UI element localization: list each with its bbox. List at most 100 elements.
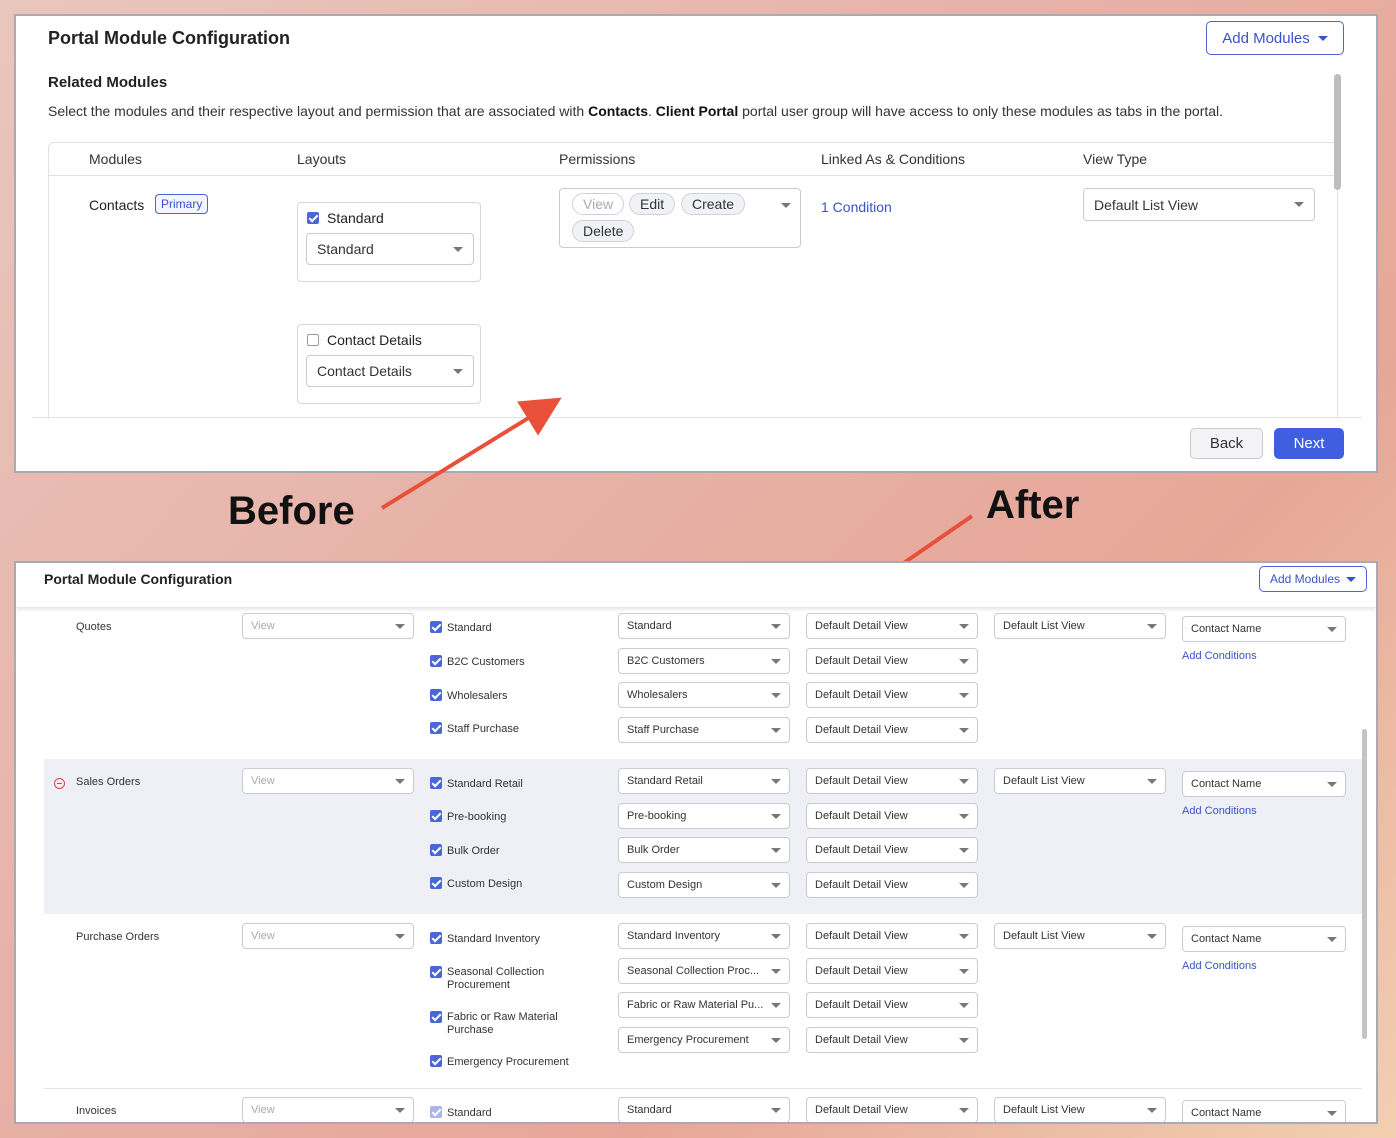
caret-down-icon <box>1327 1110 1337 1116</box>
layout-label: Bulk Order <box>447 845 500 857</box>
detail-view-select[interactable]: Default Detail View <box>806 768 978 794</box>
layout-select[interactable]: Emergency Procurement <box>618 1027 790 1053</box>
detail-view-select[interactable]: Default Detail View <box>806 837 978 863</box>
caret-down-icon <box>959 847 969 853</box>
caret-down-icon <box>771 882 781 888</box>
caret-down-icon <box>395 1107 405 1113</box>
layout-select[interactable]: B2C Customers <box>618 648 790 674</box>
detail-view-select[interactable]: Default Detail View <box>806 648 978 674</box>
layout-label: B2C Customers <box>447 656 525 668</box>
caret-down-icon <box>771 968 781 974</box>
add-conditions-link[interactable]: Add Conditions <box>1182 805 1257 817</box>
linked-field-select[interactable]: Contact Name <box>1182 771 1346 797</box>
add-conditions-link[interactable]: Add Conditions <box>1182 960 1257 972</box>
detail-view-select[interactable]: Default Detail View <box>806 613 978 639</box>
layout-select[interactable]: Custom Design <box>618 872 790 898</box>
caret-down-icon <box>1147 933 1157 939</box>
layout-select[interactable]: Standard Retail <box>618 768 790 794</box>
checkbox-checked-icon[interactable] <box>430 810 442 822</box>
layout-label: Staff Purchase <box>447 723 519 735</box>
caret-down-icon <box>771 727 781 733</box>
list-view-select[interactable]: Default List View <box>994 613 1166 639</box>
list-view-select[interactable]: Default List View <box>994 923 1166 949</box>
checkbox-checked-icon[interactable] <box>430 1106 442 1118</box>
checkbox-checked-icon[interactable] <box>430 844 442 856</box>
layout-label: Fabric or Raw Material Purchase <box>447 1011 558 1036</box>
detail-view-select[interactable]: Default Detail View <box>806 872 978 898</box>
checkbox-checked-icon[interactable] <box>430 877 442 889</box>
add-conditions-link[interactable]: Add Conditions <box>1182 650 1257 662</box>
detail-view-select[interactable]: Default Detail View <box>806 923 978 949</box>
caret-down-icon <box>959 933 969 939</box>
module-name: Quotes <box>76 621 112 633</box>
layout-select[interactable]: Standard Inventory <box>618 923 790 949</box>
caret-down-icon <box>959 1037 969 1043</box>
module-rows: Quotes View Standard B2C Customers Whole… <box>44 607 1362 1122</box>
caret-down-icon <box>771 658 781 664</box>
list-view-select[interactable]: Default List View <box>994 1097 1166 1122</box>
module-name: Purchase Orders <box>76 931 160 943</box>
linked-field-select[interactable]: Contact Name <box>1182 616 1346 642</box>
panel-header: Portal Module Configuration Add Modules <box>16 563 1376 607</box>
layout-select[interactable]: Standard <box>618 1097 790 1122</box>
permission-select[interactable]: View <box>242 1097 414 1122</box>
module-name: Invoices <box>76 1105 117 1117</box>
permission-select[interactable]: View <box>242 768 414 794</box>
caret-down-icon <box>959 1002 969 1008</box>
layout-label: Standard <box>447 1107 492 1119</box>
detail-view-select[interactable]: Default Detail View <box>806 1027 978 1053</box>
layout-label: Pre-booking <box>447 811 507 823</box>
caret-down-icon <box>771 847 781 853</box>
detail-view-select[interactable]: Default Detail View <box>806 958 978 984</box>
layout-label: Seasonal Collection Procurement <box>447 966 545 991</box>
caret-down-icon <box>771 1037 781 1043</box>
list-view-select[interactable]: Default List View <box>994 768 1166 794</box>
caret-down-icon <box>959 1107 969 1113</box>
checkbox-checked-icon[interactable] <box>430 655 442 667</box>
layout-select[interactable]: Bulk Order <box>618 837 790 863</box>
layout-label: Wholesalers <box>447 690 508 702</box>
checkbox-checked-icon[interactable] <box>430 1011 442 1023</box>
after-label: After <box>986 483 1080 527</box>
layout-label: Standard Retail <box>447 778 523 790</box>
permission-select[interactable]: View <box>242 923 414 949</box>
detail-view-select[interactable]: Default Detail View <box>806 1097 978 1122</box>
checkbox-checked-icon[interactable] <box>430 621 442 633</box>
layout-select[interactable]: Staff Purchase <box>618 717 790 743</box>
checkbox-checked-icon[interactable] <box>430 777 442 789</box>
caret-down-icon <box>959 968 969 974</box>
caret-down-icon <box>771 933 781 939</box>
layout-label: Emergency Procurement <box>447 1056 569 1068</box>
caret-down-icon <box>1346 576 1357 582</box>
caret-down-icon <box>395 623 405 629</box>
detail-view-select[interactable]: Default Detail View <box>806 992 978 1018</box>
add-modules-button[interactable]: Add Modules <box>1259 566 1367 592</box>
caret-down-icon <box>959 778 969 784</box>
layout-select[interactable]: Pre-booking <box>618 803 790 829</box>
caret-down-icon <box>395 778 405 784</box>
scrollbar[interactable] <box>1362 729 1367 1039</box>
caret-down-icon <box>771 813 781 819</box>
layout-select[interactable]: Wholesalers <box>618 682 790 708</box>
linked-field-select[interactable]: Contact Name <box>1182 926 1346 952</box>
checkbox-checked-icon[interactable] <box>430 1055 442 1067</box>
detail-view-select[interactable]: Default Detail View <box>806 682 978 708</box>
layout-select[interactable]: Standard <box>618 613 790 639</box>
linked-field-select[interactable]: Contact Name <box>1182 1100 1346 1122</box>
remove-circle-icon[interactable] <box>54 778 65 789</box>
checkbox-checked-icon[interactable] <box>430 722 442 734</box>
caret-down-icon <box>959 623 969 629</box>
caret-down-icon <box>1327 626 1337 632</box>
checkbox-checked-icon[interactable] <box>430 689 442 701</box>
caret-down-icon <box>959 692 969 698</box>
detail-view-select[interactable]: Default Detail View <box>806 803 978 829</box>
page-title: Portal Module Configuration <box>44 571 233 587</box>
layout-select[interactable]: Seasonal Collection Proc... <box>618 958 790 984</box>
caret-down-icon <box>771 778 781 784</box>
permission-select[interactable]: View <box>242 613 414 639</box>
layout-select[interactable]: Fabric or Raw Material Pu... <box>618 992 790 1018</box>
caret-down-icon <box>959 727 969 733</box>
checkbox-checked-icon[interactable] <box>430 932 442 944</box>
checkbox-checked-icon[interactable] <box>430 966 442 978</box>
detail-view-select[interactable]: Default Detail View <box>806 717 978 743</box>
